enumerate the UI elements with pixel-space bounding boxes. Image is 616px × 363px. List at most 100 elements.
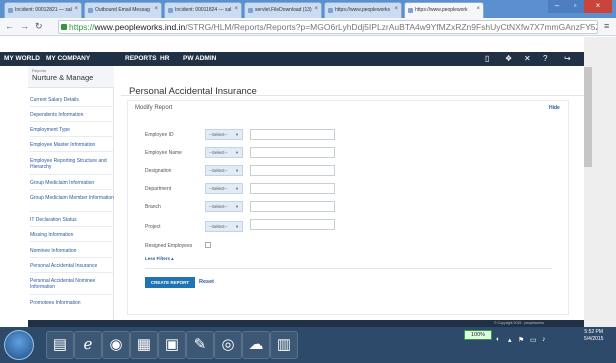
- browser-menu-icon[interactable]: ≡: [604, 21, 609, 31]
- page-icon: [408, 8, 413, 13]
- close-tab-icon[interactable]: ×: [234, 6, 238, 12]
- employee-name-input[interactable]: [250, 147, 335, 158]
- field-label-employee-id: Employee ID: [145, 132, 174, 138]
- url-input[interactable]: https://www.peopleworks.ind.in/STRG/HLM/…: [58, 20, 598, 34]
- help-icon[interactable]: ?: [543, 52, 547, 66]
- nav-pw-admin[interactable]: PW ADMIN: [183, 52, 216, 66]
- chevron-down-icon: ▼: [235, 168, 239, 173]
- sidebar-item-employment-type[interactable]: Employment Type: [30, 127, 114, 137]
- tray-arrow-icon[interactable]: ▴: [508, 336, 512, 344]
- branch-input[interactable]: [250, 201, 335, 212]
- browser-tab[interactable]: servlet.FileDownload (13) ×: [244, 2, 322, 18]
- volume-icon[interactable]: ♪: [542, 336, 546, 343]
- designation-select[interactable]: --Select-- ▼: [205, 165, 243, 176]
- close-tab-icon[interactable]: ×: [74, 6, 78, 12]
- sidebar-item-dependents-information[interactable]: Dependents Information: [30, 112, 114, 122]
- field-label-employee-name: Employee Name: [145, 150, 182, 156]
- hide-link[interactable]: Hide: [549, 105, 560, 111]
- browser-tab[interactable]: Incident: 00012821 — sal ×: [4, 2, 82, 18]
- lock-icon: [61, 24, 67, 30]
- close-window-icon[interactable]: ×: [584, 0, 612, 13]
- reload-icon[interactable]: ↻: [35, 21, 43, 32]
- close-tab-icon[interactable]: ×: [394, 6, 398, 12]
- project-input[interactable]: [250, 219, 335, 230]
- chevron-down-icon: ▼: [235, 150, 239, 155]
- file-explorer-icon[interactable]: ▤: [46, 331, 74, 359]
- designation-input[interactable]: [250, 165, 335, 176]
- app-top-nav: MY WORLD MY COMPANY REPORTS HR PW ADMIN …: [0, 52, 584, 66]
- sidebar-header: Reports Nurture & Manage: [28, 66, 114, 88]
- sidebar-item-promotees-information[interactable]: Promotees Information: [30, 300, 114, 310]
- scrollbar-thumb[interactable]: [584, 67, 592, 167]
- sidebar-item-employee-reporting-structure[interactable]: Employee Reporting Structure and Hierarc…: [30, 158, 114, 175]
- clock[interactable]: 5:52 PM 5/4/2015: [584, 329, 603, 343]
- project-select[interactable]: --Select-- ▼: [205, 221, 243, 232]
- employee-name-select[interactable]: --Select-- ▼: [205, 147, 243, 158]
- chevron-down-icon: ▼: [235, 224, 239, 229]
- minimize-icon[interactable]: –: [548, 0, 566, 13]
- page-icon: [88, 8, 93, 13]
- sidebar-item-personal-accidental-insurance[interactable]: Personal Accidental Insurance: [30, 263, 114, 273]
- excel-icon[interactable]: ▦: [130, 331, 158, 359]
- chrome-icon[interactable]: ◎: [214, 331, 242, 359]
- logout-icon[interactable]: ↪: [564, 52, 571, 66]
- maximize-icon[interactable]: ▫: [566, 0, 584, 13]
- browser-tab-active[interactable]: https://www.peoplework ×: [404, 2, 484, 18]
- zoom-level[interactable]: 100%: [464, 330, 492, 340]
- close-tab-icon[interactable]: ×: [154, 6, 158, 12]
- taskbar: ▤ ℯ ◉ ▦ ▣ ✎ ◎ ☁ ▥: [0, 327, 616, 363]
- sidebar-item-current-salary-details[interactable]: Current Salary Details: [30, 97, 114, 107]
- reset-link[interactable]: Reset: [199, 279, 214, 285]
- sidebar-item-nominee-information[interactable]: Nominee Information: [30, 248, 114, 258]
- chevron-down-icon: ▼: [235, 204, 239, 209]
- tag-icon[interactable]: ❖: [505, 52, 512, 66]
- browser-tab[interactable]: Incident: 00011824 — sal ×: [164, 2, 242, 18]
- resigned-employees-label: Resigned Employees: [145, 243, 193, 249]
- page-scrollbar[interactable]: [584, 37, 616, 327]
- page-icon: [328, 8, 333, 13]
- flag-icon[interactable]: ⚑: [518, 336, 524, 344]
- branch-select[interactable]: --Select-- ▼: [205, 201, 243, 212]
- less-filters-link[interactable]: Less Filters ▴: [145, 256, 174, 262]
- divider: [145, 268, 552, 269]
- department-input[interactable]: [250, 183, 335, 194]
- bookmark-star-icon[interactable]: ☆: [586, 21, 594, 33]
- firefox-icon[interactable]: ◉: [102, 331, 130, 359]
- employee-id-select[interactable]: --Select-- ▼: [205, 129, 243, 140]
- sidebar-item-group-mediclaim-information[interactable]: Group Mediclaim Information: [30, 180, 114, 190]
- tools-icon[interactable]: ✕: [524, 52, 531, 66]
- start-button[interactable]: [4, 330, 34, 360]
- sidebar-item-personal-accidental-nominee[interactable]: Personal Accidental Nominee Information: [30, 278, 114, 295]
- document-icon[interactable]: ▥: [270, 331, 298, 359]
- resigned-employees-checkbox[interactable]: [205, 242, 211, 248]
- network-tray-icon[interactable]: ▭: [530, 336, 537, 344]
- footer-copyright: © Copyright 2015 · peopleworks: [494, 321, 545, 325]
- employee-id-input[interactable]: [250, 129, 335, 140]
- nav-my-world[interactable]: MY WORLD: [4, 52, 40, 66]
- tray-icon[interactable]: ◐: [496, 336, 500, 343]
- create-report-button[interactable]: CREATE REPORT: [145, 277, 195, 288]
- book-icon[interactable]: ▯: [485, 52, 489, 66]
- sidebar-item-group-mediclaim-member[interactable]: Group Mediclaim Member Information: [30, 195, 114, 212]
- network-icon[interactable]: ☁: [242, 331, 270, 359]
- nav-hr[interactable]: HR: [160, 52, 169, 66]
- sidebar: Reports Nurture & Manage Current Salary …: [28, 66, 114, 320]
- sidebar-item-missing-information[interactable]: Missing Information: [30, 232, 114, 242]
- close-tab-icon[interactable]: ×: [476, 6, 480, 12]
- close-tab-icon[interactable]: ×: [314, 6, 318, 12]
- nav-reports[interactable]: REPORTS: [125, 52, 156, 66]
- browser-tab[interactable]: https://www.peopleworks ×: [324, 2, 402, 18]
- sidebar-title: Nurture & Manage: [32, 73, 94, 82]
- sidebar-item-it-declaration-status[interactable]: IT Declaration Status: [30, 217, 114, 227]
- back-icon[interactable]: ←: [5, 21, 14, 31]
- browser-tab-strip: Incident: 00012821 — sal × Outbound Emai…: [0, 0, 616, 18]
- sidebar-item-employee-master-information[interactable]: Employee Master Information: [30, 142, 114, 152]
- nav-my-company[interactable]: MY COMPANY: [46, 52, 90, 66]
- forward-icon[interactable]: →: [20, 21, 29, 31]
- internet-explorer-icon[interactable]: ℯ: [74, 331, 102, 359]
- field-label-department: Department: [145, 186, 172, 192]
- browser-tab[interactable]: Outbound Email Messag ×: [84, 2, 162, 18]
- department-select[interactable]: --Select-- ▼: [205, 183, 243, 194]
- paint-icon[interactable]: ✎: [186, 331, 214, 359]
- folder-icon[interactable]: ▣: [158, 331, 186, 359]
